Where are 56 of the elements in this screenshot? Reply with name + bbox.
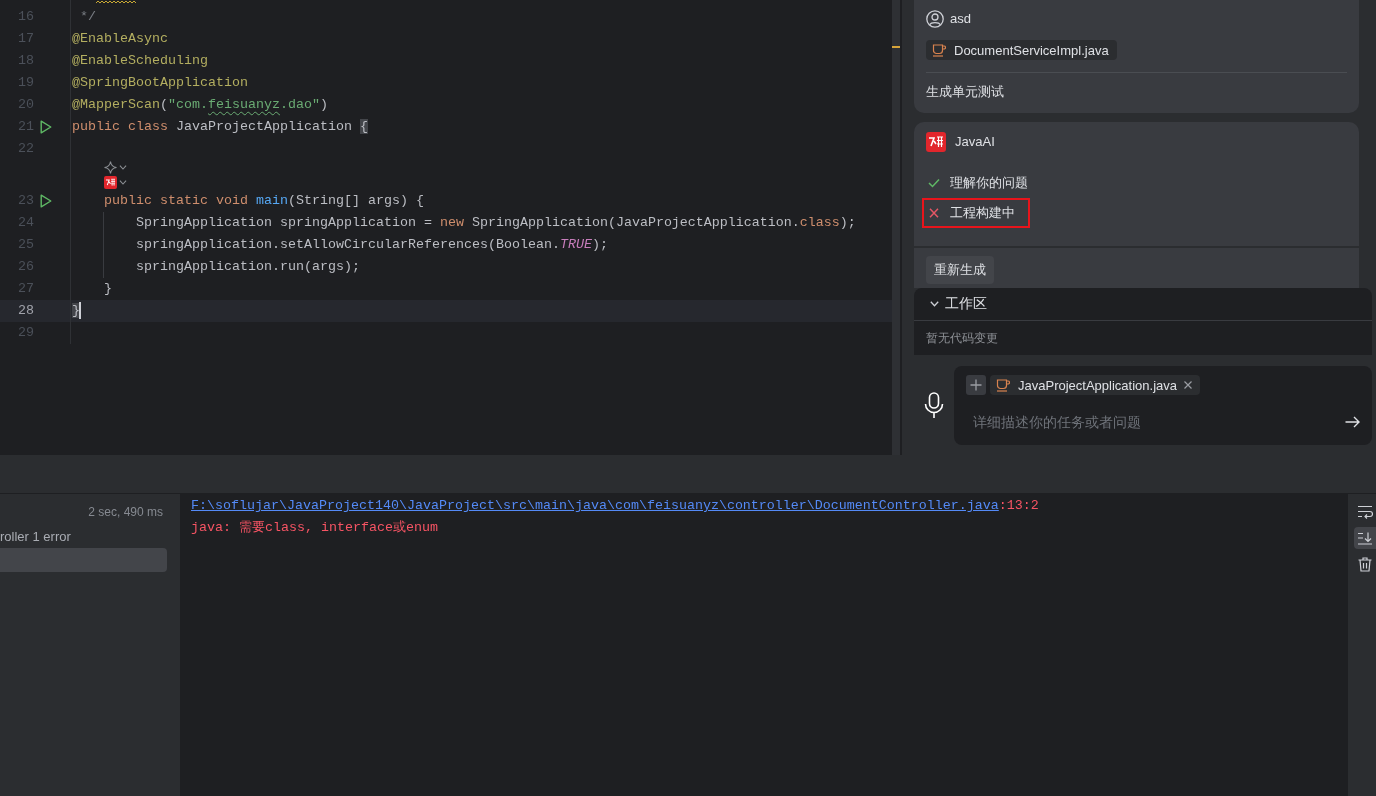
plus-icon (970, 379, 982, 391)
step-label: 工程构建中 (950, 204, 1015, 222)
prompt-text: 生成单元测试 (926, 83, 1004, 101)
logo-icon (926, 132, 946, 152)
code-line: public static void main(String[] args) { (103, 192, 424, 210)
build-duration: 2 sec, 490 ms (88, 505, 163, 519)
file-chip[interactable]: JavaProjectApplication.java (990, 375, 1200, 395)
logo-icon (104, 176, 117, 189)
workspace-toggle[interactable]: 工作区 (914, 288, 1372, 321)
step-label: 理解你的问题 (950, 174, 1028, 192)
remove-button[interactable] (1184, 381, 1192, 389)
section-title: 工作区 (945, 295, 987, 313)
add-button[interactable] (966, 375, 986, 395)
code-line: @MapperScan("com.feisuanyz.dao") (71, 96, 328, 114)
run-icon[interactable] (40, 120, 52, 134)
microphone-button[interactable] (922, 390, 946, 421)
code-line: @EnableScheduling (71, 52, 208, 70)
code-line: } (103, 280, 112, 298)
tree-item[interactable]: roller 1 error (0, 524, 167, 548)
run-icon[interactable] (40, 194, 52, 208)
cup-icon (932, 43, 946, 57)
file-name: DocumentServiceImpl.java (954, 42, 1109, 58)
empty-message: 暂无代码变更 (925, 330, 999, 347)
send-button[interactable] (1345, 416, 1360, 428)
user-name: asd (950, 10, 971, 28)
scroll-to-end-button[interactable] (1354, 527, 1376, 549)
text-cursor (79, 302, 81, 319)
console-line: F:\soflujar\JavaProject140\JavaProject\src\main\java\com\feisuanyz\controller\DocumentController.java:13:2 (191, 497, 1040, 515)
scroll-down-icon (1357, 531, 1373, 545)
chevron-down-icon (119, 165, 127, 170)
regenerate-button[interactable]: 重新生成 (926, 256, 994, 284)
file-chip[interactable]: DocumentServiceImpl.java (926, 40, 1117, 60)
sparkle-icon[interactable] (104, 161, 117, 174)
message-input[interactable]: 详细描述你的任务或者问题 (966, 410, 1345, 434)
microphone-icon (924, 392, 944, 419)
code-line: @EnableAsync (71, 30, 168, 48)
assistant-name: JavaAI (955, 133, 995, 151)
close-icon (1184, 381, 1192, 389)
warning-squiggle (96, 0, 136, 4)
code-line: @SpringBootApplication (71, 74, 248, 92)
line-number: 28 (17, 302, 34, 320)
error-message: java: 需要class, interface或enum (191, 519, 439, 537)
trash-icon (1358, 556, 1372, 572)
tree-item[interactable]: 2 sec, 490 ms (0, 500, 167, 524)
code-line: public class JavaProjectApplication { (71, 118, 368, 136)
file-link[interactable]: F:\soflujar\JavaProject140\JavaProject\src\main\java\com\feisuanyz\controller\DocumentController.java (191, 498, 999, 513)
file-name: JavaProjectApplication.java (1018, 377, 1177, 393)
cup-icon (996, 378, 1010, 392)
warning-marker[interactable] (892, 46, 900, 48)
wrap-lines-icon (1357, 505, 1373, 519)
scrollbar[interactable] (892, 0, 900, 455)
code-line: */ (79, 8, 96, 26)
arrow-right-icon (1345, 416, 1360, 428)
message-box[interactable]: JavaProjectApplication.java 详细描述你的任务或者问题 (954, 366, 1372, 445)
chevron-down-icon (119, 180, 127, 185)
user-icon (926, 10, 944, 28)
